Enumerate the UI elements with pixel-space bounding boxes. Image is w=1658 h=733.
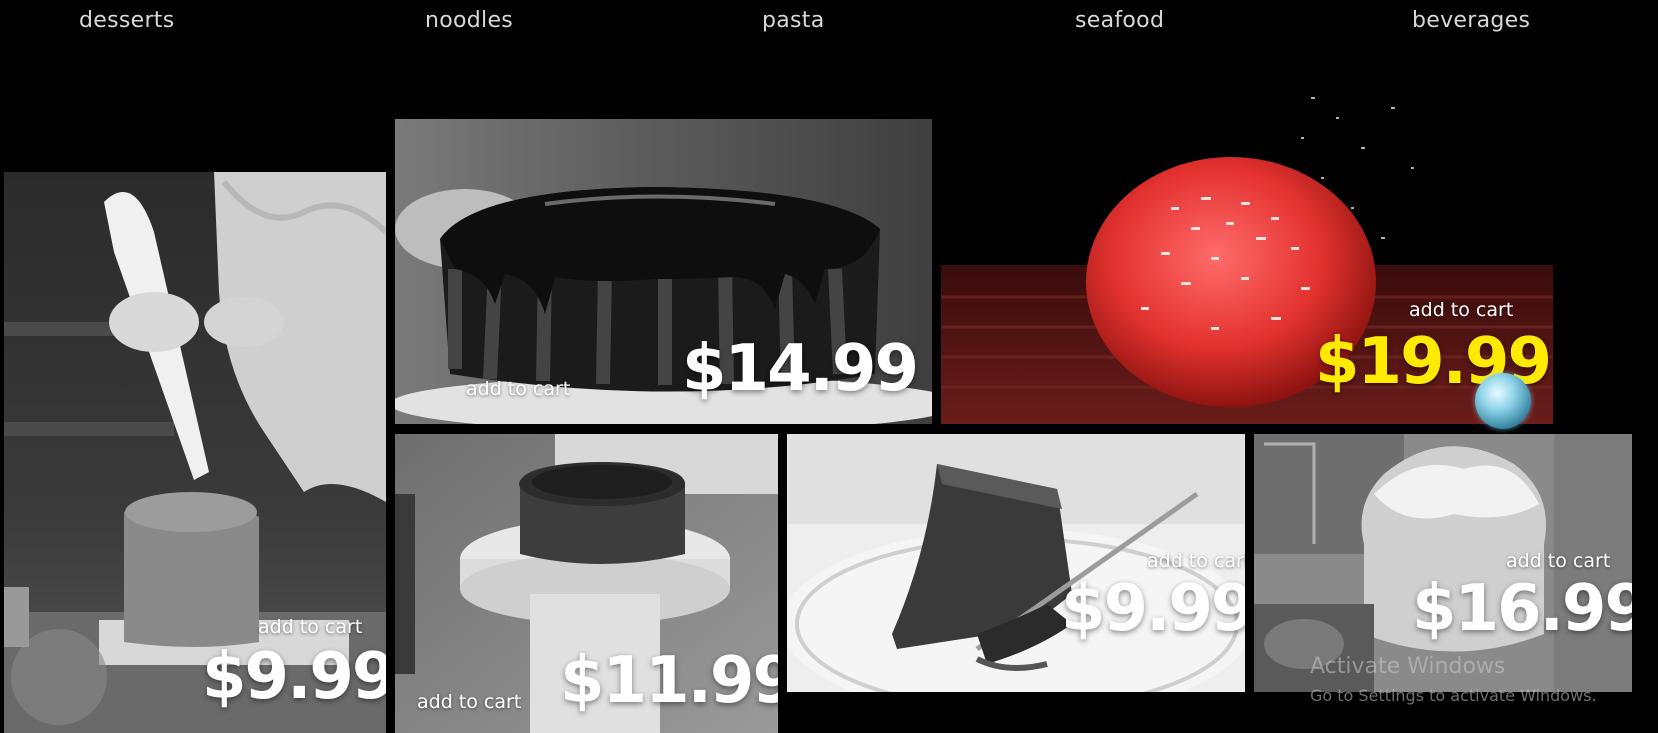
product-card-layer-cake[interactable]: add to cart $11.99 bbox=[395, 434, 778, 733]
nav-pasta[interactable]: pasta bbox=[762, 8, 825, 33]
chat-orb-icon[interactable] bbox=[1475, 373, 1531, 429]
product-price: $16.99 bbox=[1412, 572, 1632, 646]
product-price: $9.99 bbox=[202, 640, 386, 714]
nav-desserts[interactable]: desserts bbox=[79, 8, 175, 33]
product-card-cake-slice[interactable]: add to cart $9.99 bbox=[787, 434, 1245, 692]
add-to-cart-button[interactable]: add to cart bbox=[1147, 550, 1245, 572]
activate-windows-subtitle: Go to Settings to activate Windows. bbox=[1310, 686, 1597, 705]
nav-noodles[interactable]: noodles bbox=[425, 8, 513, 33]
nav-seafood[interactable]: seafood bbox=[1075, 8, 1164, 33]
add-to-cart-button[interactable]: add to cart bbox=[258, 616, 362, 638]
product-card-piping[interactable]: add to cart $9.99 bbox=[4, 172, 386, 733]
add-to-cart-button[interactable]: add to cart bbox=[1506, 550, 1610, 572]
product-price: $9.99 bbox=[1061, 572, 1245, 646]
add-to-cart-button[interactable]: add to cart bbox=[417, 691, 521, 713]
add-to-cart-button[interactable]: add to cart bbox=[466, 378, 570, 400]
nav-beverages[interactable]: beverages bbox=[1412, 8, 1530, 33]
activate-windows-title: Activate Windows bbox=[1310, 654, 1506, 679]
add-to-cart-button[interactable]: add to cart bbox=[1409, 299, 1513, 321]
product-card-coconut-ball[interactable]: add to cart $19.99 bbox=[941, 77, 1553, 424]
product-price: $11.99 bbox=[560, 644, 778, 718]
product-card-glazed-cake[interactable]: add to cart $14.99 bbox=[395, 119, 932, 424]
product-price: $14.99 bbox=[682, 332, 919, 406]
